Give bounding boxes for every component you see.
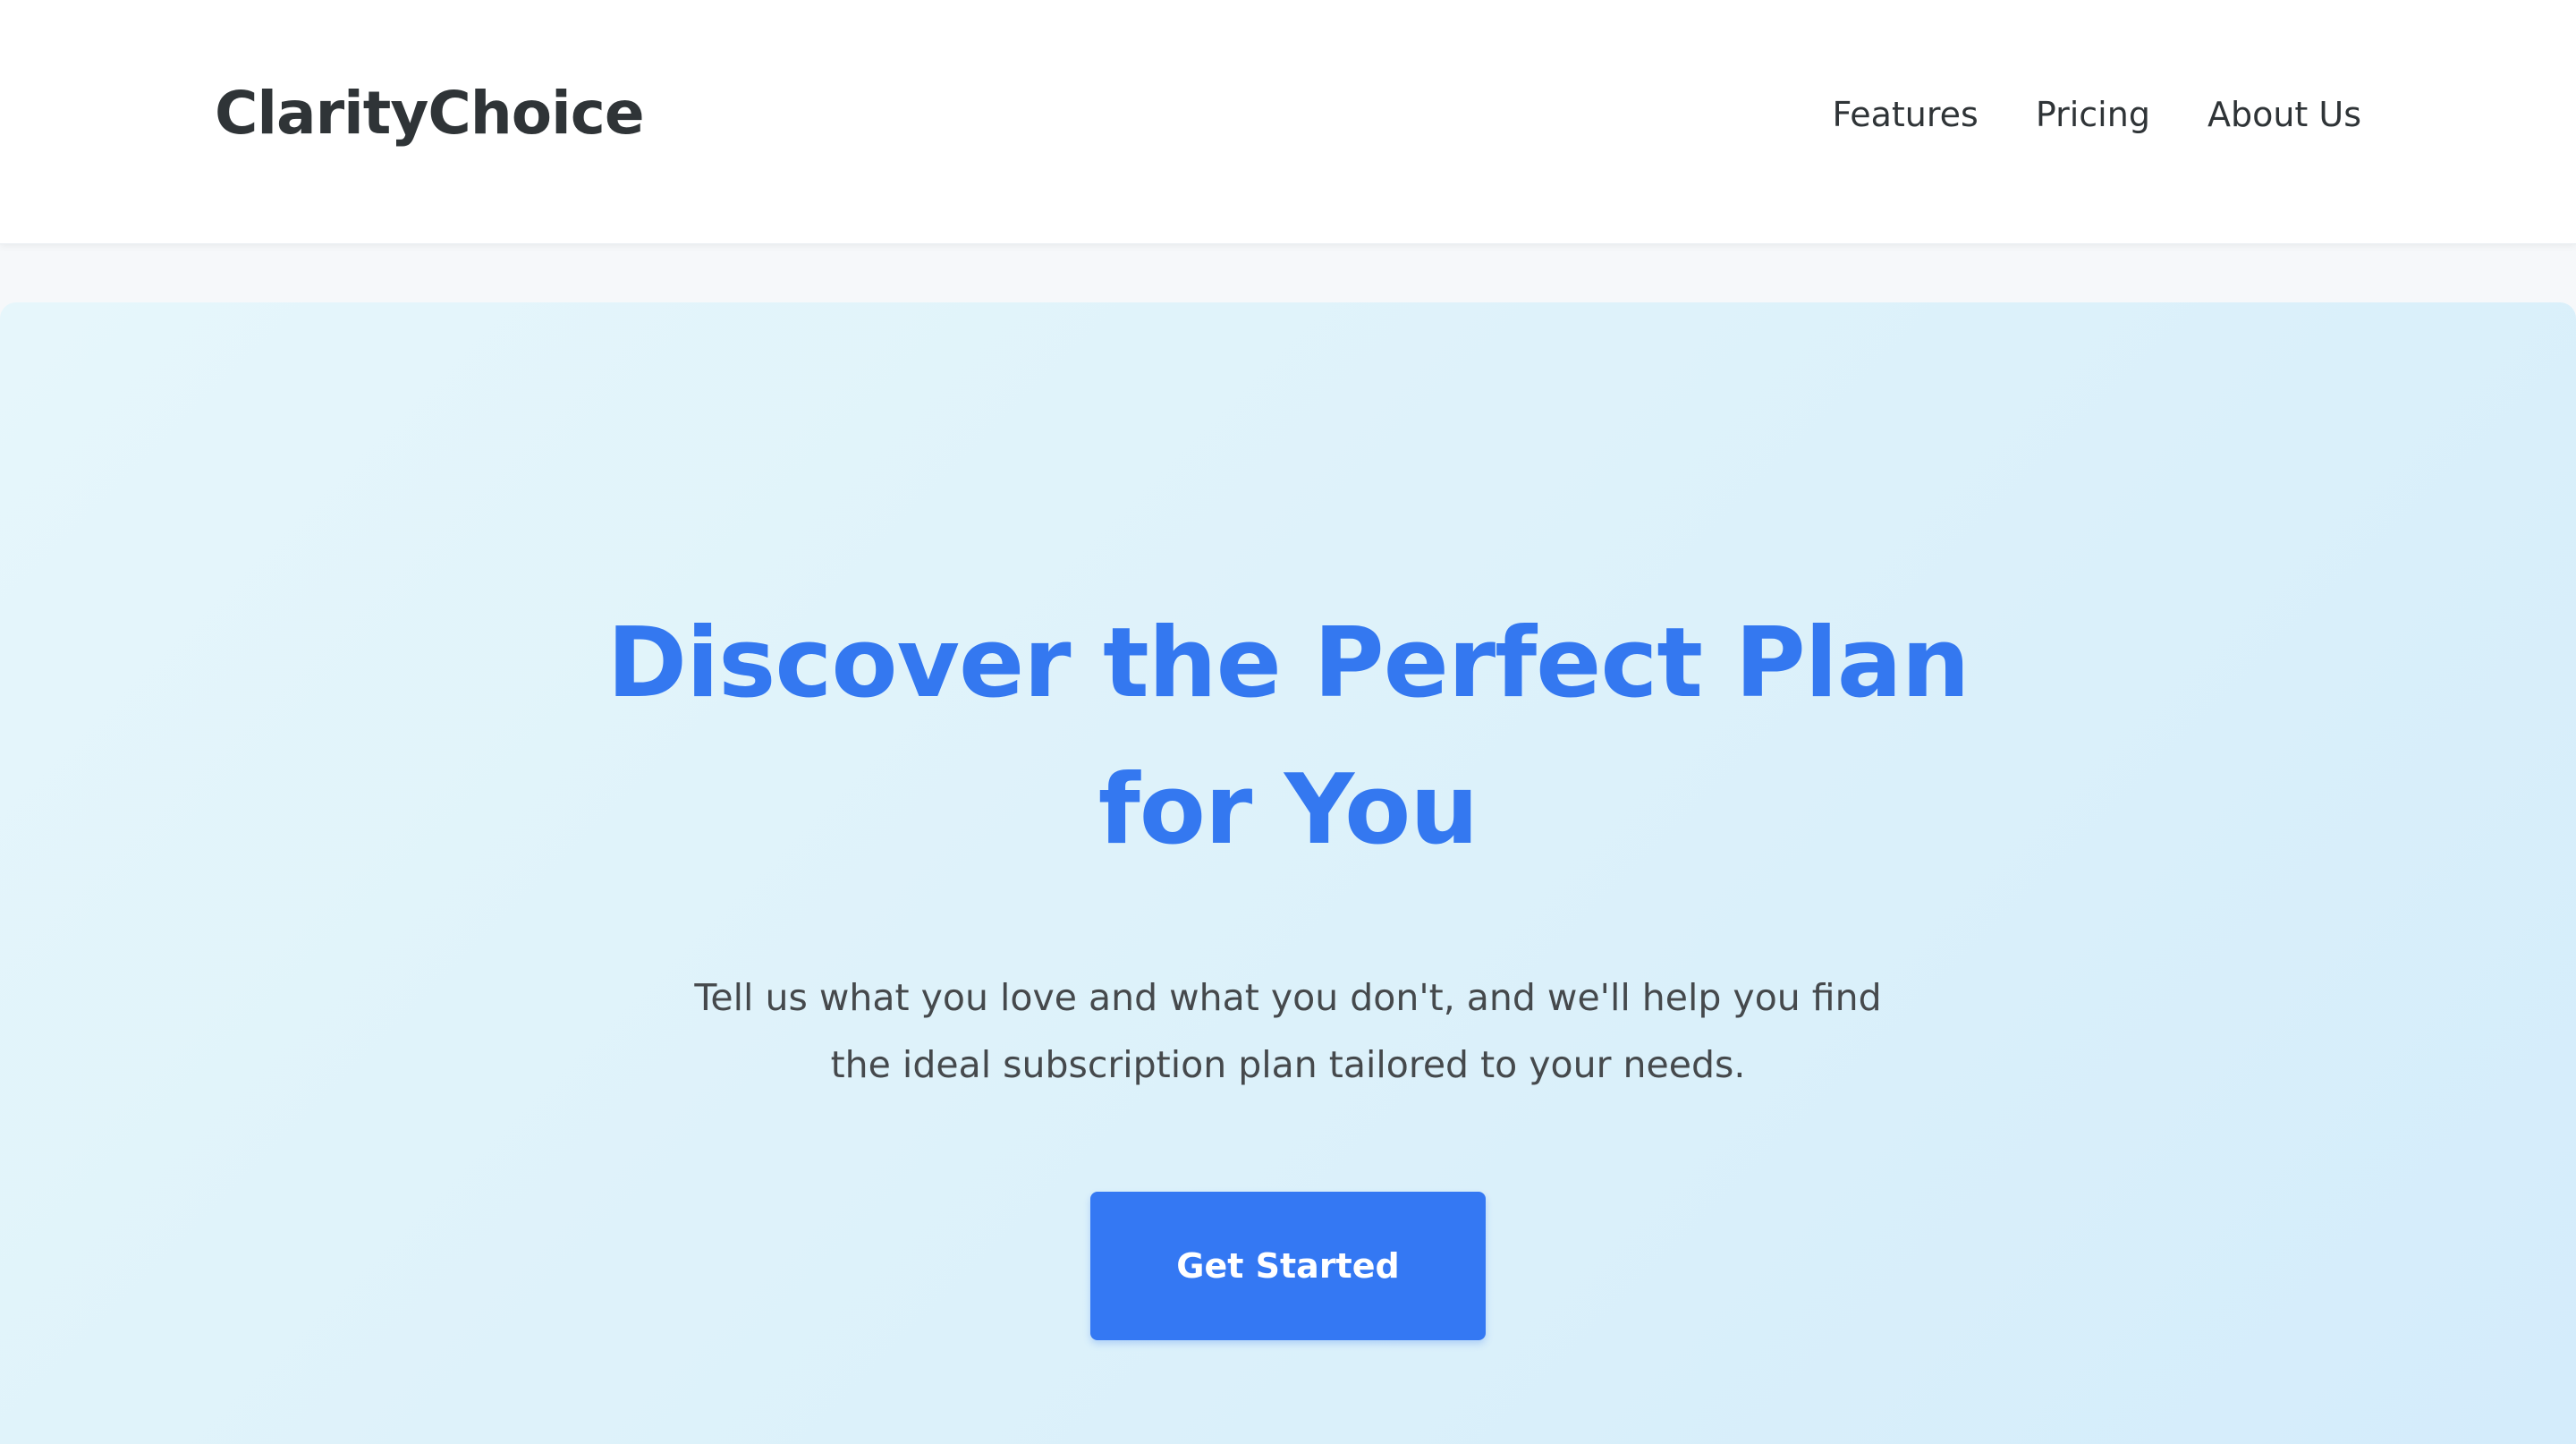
nav-link-features[interactable]: Features — [1832, 95, 1978, 134]
hero-title: Discover the Perfect Plan for You — [606, 607, 1970, 866]
hero-section: Discover the Perfect Plan for You Tell u… — [0, 302, 2576, 1444]
hero-subtitle: Tell us what you love and what you don't… — [694, 976, 1882, 1086]
nav-link-about-us[interactable]: About Us — [2207, 95, 2361, 134]
get-started-button[interactable]: Get Started — [1090, 1192, 1486, 1340]
main-nav: Features Pricing About Us — [1832, 95, 2361, 134]
nav-link-pricing[interactable]: Pricing — [2036, 95, 2150, 134]
site-header: ClarityChoice Features Pricing About Us — [0, 0, 2576, 244]
brand-logo[interactable]: ClarityChoice — [215, 79, 645, 148]
